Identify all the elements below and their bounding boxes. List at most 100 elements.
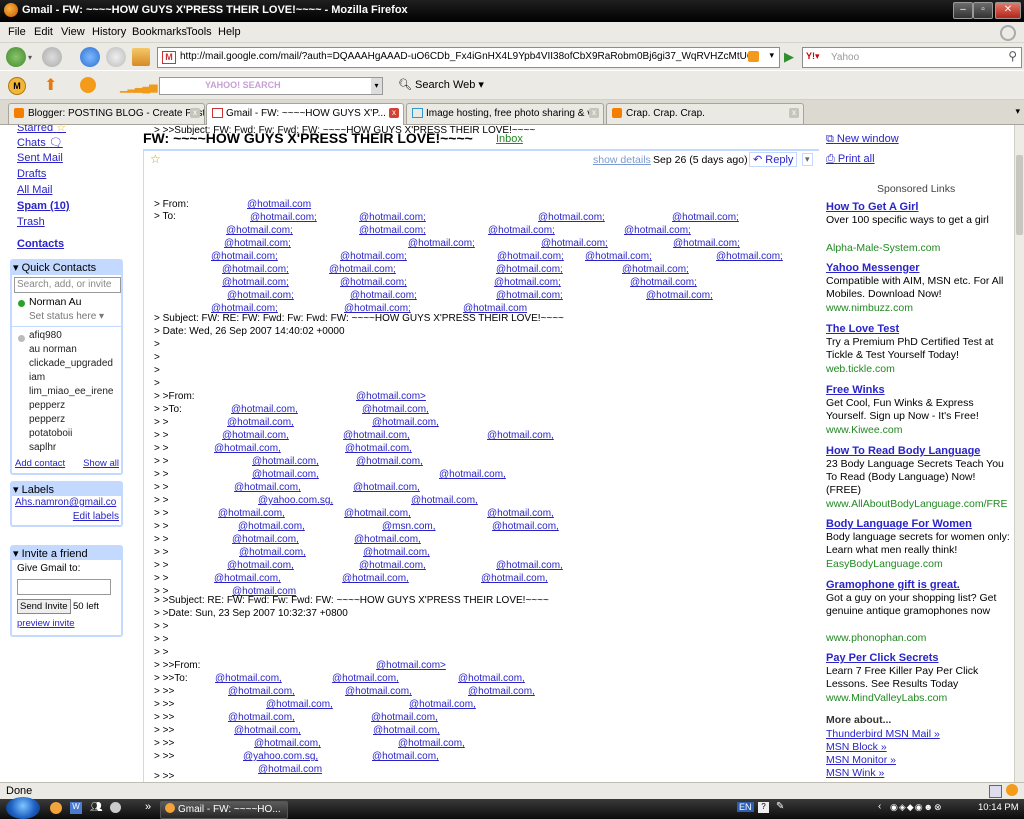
preview-invite-link[interactable]: preview invite	[17, 618, 75, 629]
tab-close-icon[interactable]: x	[789, 108, 799, 118]
more-about-link[interactable]: MSN Wink »	[826, 767, 884, 779]
recipient-email[interactable]: @hotmail.com,	[372, 751, 439, 762]
home-button[interactable]	[132, 48, 150, 66]
search-icon[interactable]: ⚲	[1008, 49, 1017, 63]
recipient-email[interactable]: @hotmail.com,	[332, 673, 399, 684]
yahoo-search-input[interactable]: YAHOO! SEARCH ▾	[159, 77, 383, 95]
ad-title[interactable]: How To Get A Girl	[826, 201, 918, 213]
scrollbar-thumb[interactable]	[1016, 155, 1023, 235]
recipient-email[interactable]: @hotmail.com;	[673, 238, 740, 249]
recipient-email[interactable]: @hotmail.com,	[254, 738, 321, 749]
recipient-email[interactable]: @hotmail.com,	[231, 404, 298, 415]
up-arrow-icon[interactable]: ⬆	[44, 75, 57, 95]
recipient-email[interactable]: @hotmail.com;	[497, 251, 564, 262]
recipient-email[interactable]: @yahoo.com.sg,	[243, 751, 318, 762]
taskbar-firefox-item[interactable]: Gmail - FW: ~~~~HO...	[160, 801, 288, 819]
recipient-email[interactable]: @hotmail.com,	[234, 482, 301, 493]
recipient-email[interactable]: @hotmail.com,	[362, 404, 429, 415]
more-about-link[interactable]: MSN Block »	[826, 741, 887, 753]
recipient-email[interactable]: @hotmail.com;	[250, 212, 317, 223]
recipient-email[interactable]: @hotmail.com,	[487, 508, 554, 519]
rss-feed-icon[interactable]	[748, 51, 759, 62]
recipient-email[interactable]: @hotmail.com;	[408, 238, 475, 249]
forward-button[interactable]	[42, 47, 62, 67]
vertical-scrollbar[interactable]	[1014, 125, 1024, 782]
messenger-quicklaunch-icon[interactable]: 👥︎	[90, 802, 103, 813]
recipient-email[interactable]: @hotmail.com,	[232, 534, 299, 545]
menu-tools[interactable]: Tools	[186, 26, 212, 38]
ad-title[interactable]: Free Winks	[826, 384, 885, 396]
recipient-email[interactable]: @hotmail.com;	[541, 238, 608, 249]
recipient-email[interactable]: @hotmail.com;	[538, 212, 605, 223]
ad-title[interactable]: The Love Test	[826, 323, 899, 335]
recipient-email[interactable]: @hotmail.com,	[496, 560, 563, 571]
contact-item[interactable]: pepperz	[29, 414, 65, 425]
recipient-email[interactable]: @hotmail.com,	[218, 508, 285, 519]
menu-help[interactable]: Help	[218, 26, 241, 38]
recipient-email[interactable]: @hotmail.com;	[494, 277, 561, 288]
recipient-email[interactable]: @hotmail.com;	[340, 251, 407, 262]
recipient-email[interactable]: @hotmail.com,	[411, 495, 478, 506]
recipient-email[interactable]: @hotmail.com;	[344, 303, 411, 314]
recipient-email[interactable]: @hotmail.com,	[372, 417, 439, 428]
menu-view[interactable]: View	[61, 26, 85, 38]
new-window-link[interactable]: ⧉ New window	[826, 133, 899, 146]
ad-title[interactable]: Body Language For Women	[826, 518, 972, 530]
recipient-email[interactable]: @hotmail.com;	[630, 277, 697, 288]
page-info-icon[interactable]	[989, 785, 1002, 798]
invite-email-input[interactable]	[17, 579, 111, 595]
ad-url[interactable]: web.tickle.com	[826, 363, 895, 375]
recipient-email[interactable]: @hotmail.com,	[363, 547, 430, 558]
url-text[interactable]: http://mail.google.com/mail/?auth=DQAAAH…	[180, 51, 750, 62]
ad-url[interactable]: Alpha-Male-System.com	[826, 242, 940, 254]
tab-close-icon[interactable]: x	[190, 108, 200, 118]
search-box[interactable]: Y!▾ Yahoo ⚲	[802, 47, 1022, 68]
contacts-search-input[interactable]: Search, add, or invite	[14, 277, 121, 293]
star-icon[interactable]: ☆	[150, 152, 161, 166]
recipient-email[interactable]: @hotmail.com,	[359, 560, 426, 571]
reload-button[interactable]	[80, 47, 100, 67]
nav-sent-mail[interactable]: Sent Mail	[17, 152, 63, 164]
ad-url[interactable]: www.nimbuzz.com	[826, 302, 913, 314]
recipient-email[interactable]: @hotmail.com;	[585, 251, 652, 262]
recipient-email[interactable]: @hotmail.com;	[222, 277, 289, 288]
help-tray-icon[interactable]: ?	[758, 802, 769, 813]
recipient-email[interactable]: @hotmail.com,	[353, 482, 420, 493]
recipient-email[interactable]: @hotmail.com,	[239, 547, 306, 558]
recipient-email[interactable]: @hotmail.com;	[716, 251, 783, 262]
ad-title[interactable]: Gramophone gift is great.	[826, 579, 960, 591]
recipient-email[interactable]: @hotmail.com;	[224, 238, 291, 249]
recipient-email[interactable]: @hotmail.com,	[214, 443, 281, 454]
recipient-email[interactable]: @hotmail.com;	[359, 225, 426, 236]
tab-crap[interactable]: Crap. Crap. Crap. x	[606, 103, 804, 124]
stop-button[interactable]	[106, 47, 126, 67]
recipient-email[interactable]: @hotmail.com,	[266, 699, 333, 710]
recipient-email[interactable]: @hotmail.com,	[214, 573, 281, 584]
recipient-email[interactable]: @hotmail.com,	[342, 573, 409, 584]
recipient-email[interactable]: @hotmail.com;	[222, 264, 289, 275]
maximize-button[interactable]: ▫	[973, 2, 993, 19]
tray-icons[interactable]: ◉◈◆◉☻⊗	[890, 802, 943, 813]
messenger-icon[interactable]: M	[8, 77, 26, 95]
recipient-email[interactable]: @yahoo.com.sg,	[258, 495, 333, 506]
labels-header[interactable]: ▾ Labels	[13, 483, 54, 496]
invite-header[interactable]: ▾ Invite a friend	[13, 547, 88, 560]
recipient-email[interactable]: @hotmail.com,	[398, 738, 465, 749]
send-invite-button[interactable]: Send Invite	[17, 599, 71, 614]
ad-url[interactable]: www.phonophan.com	[826, 632, 926, 644]
nav-drafts[interactable]: Drafts	[17, 168, 46, 180]
nav-spam[interactable]: Spam (10)	[17, 200, 70, 212]
add-contact-link[interactable]: Add contact	[15, 458, 65, 469]
recipient-email[interactable]: @hotmail.com,	[371, 712, 438, 723]
contact-item[interactable]: afiq980	[29, 330, 62, 341]
recipient-email[interactable]: @hotmail.com,	[345, 443, 412, 454]
menu-bookmarks[interactable]: Bookmarks	[132, 26, 187, 38]
back-button[interactable]	[6, 47, 26, 67]
recipient-email[interactable]: @hotmail.com,	[252, 456, 319, 467]
recipient-email[interactable]: @hotmail.com	[247, 199, 311, 210]
ad-title[interactable]: How To Read Body Language	[826, 445, 980, 457]
nav-contacts[interactable]: Contacts	[17, 238, 64, 250]
search-web-button[interactable]: 🔍︎ Search Web ▾	[398, 78, 484, 91]
tab-list-icon[interactable]: ▾	[1015, 106, 1020, 117]
recipient-email[interactable]: @hotmail.com;	[359, 212, 426, 223]
